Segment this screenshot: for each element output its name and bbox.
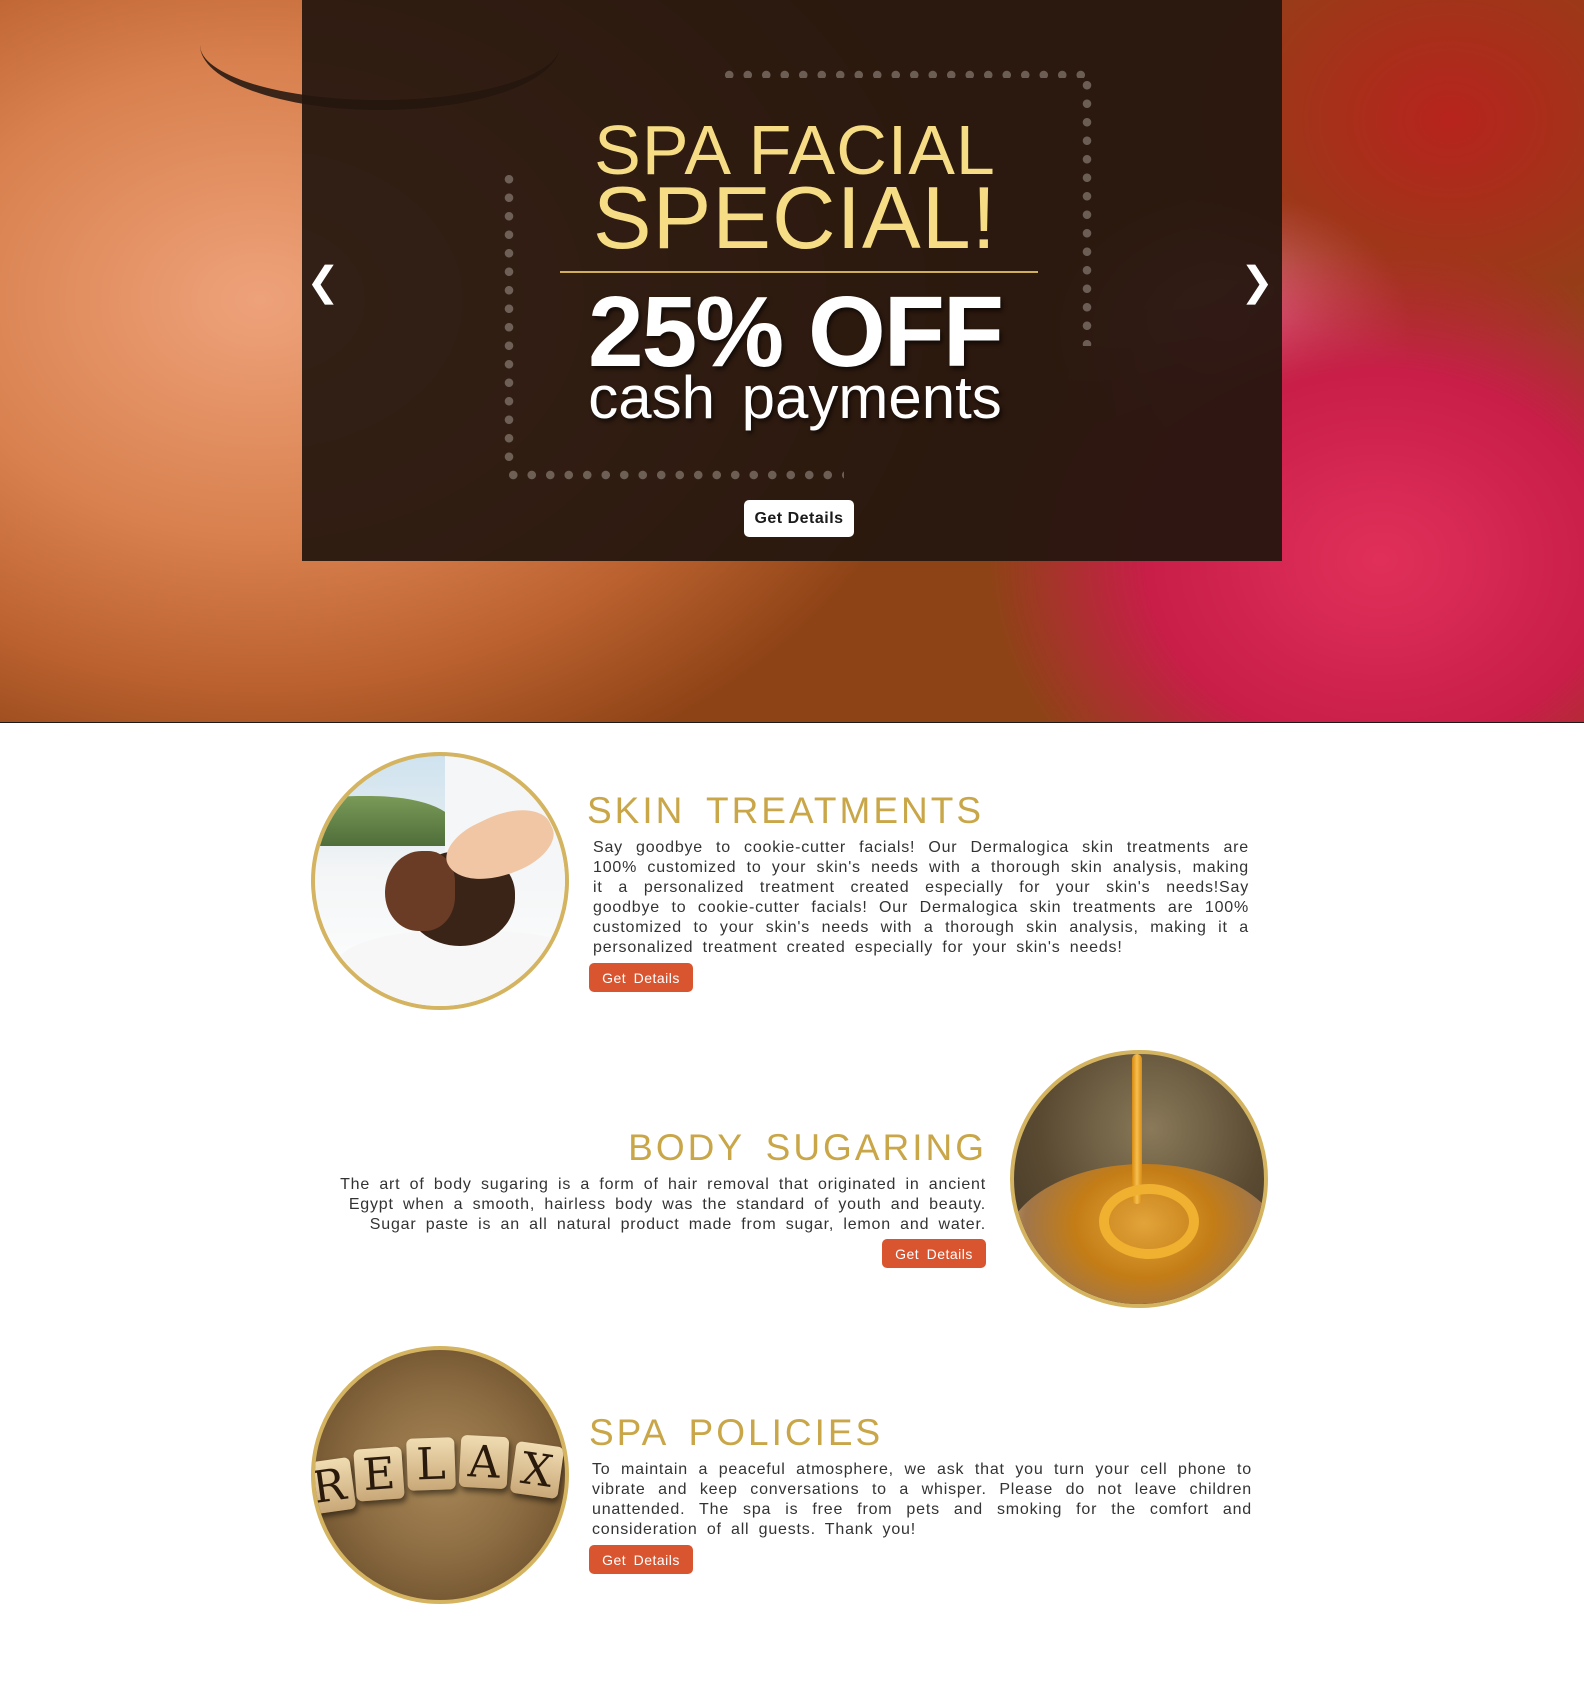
chevron-right-icon[interactable]: ❯ — [1240, 262, 1274, 302]
hero-title-line2: SPECIAL! — [592, 168, 998, 267]
relax-block-e: E — [353, 1446, 405, 1502]
dotted-frame-right — [1082, 76, 1092, 346]
hero-get-details-button[interactable]: Get Details — [744, 500, 854, 537]
body-sugaring-description: The art of body sugaring is a form of ha… — [340, 1176, 986, 1233]
skin-treatments-description: Say goodbye to cookie-cutter facials! Ou… — [593, 839, 1249, 956]
dotted-frame-top — [720, 70, 1090, 78]
relax-block-r: R — [315, 1456, 357, 1516]
spa-policies-get-details-button[interactable]: Get Details — [589, 1545, 693, 1574]
spa-policies-image: R E L A X — [311, 1346, 569, 1604]
dotted-frame-bottom — [504, 470, 844, 480]
body-sugaring-title: BODY SUGARING — [628, 1127, 987, 1168]
dotted-frame-left — [504, 170, 514, 470]
chevron-left-icon[interactable]: ❮ — [306, 262, 340, 302]
body-sugaring-image — [1010, 1050, 1268, 1308]
hero-banner: SPA FACIAL SPECIAL! 25% OFF cash payment… — [0, 0, 1584, 723]
spa-policies-description: To maintain a peaceful atmosphere, we as… — [592, 1461, 1252, 1538]
relax-block-l: L — [406, 1437, 456, 1491]
body-sugaring-get-details-button[interactable]: Get Details — [882, 1239, 986, 1268]
relax-block-x: X — [509, 1440, 565, 1500]
hero-divider — [560, 271, 1038, 273]
skin-treatments-title: SKIN TREATMENTS — [587, 790, 985, 831]
skin-treatments-get-details-button[interactable]: Get Details — [589, 963, 693, 992]
hero-discount-note: cash payments — [588, 364, 1002, 431]
skin-treatments-image — [311, 752, 569, 1010]
hero-bottom-border — [0, 722, 1584, 723]
spa-policies-title: SPA POLICIES — [589, 1412, 884, 1453]
relax-block-a: A — [458, 1434, 510, 1490]
